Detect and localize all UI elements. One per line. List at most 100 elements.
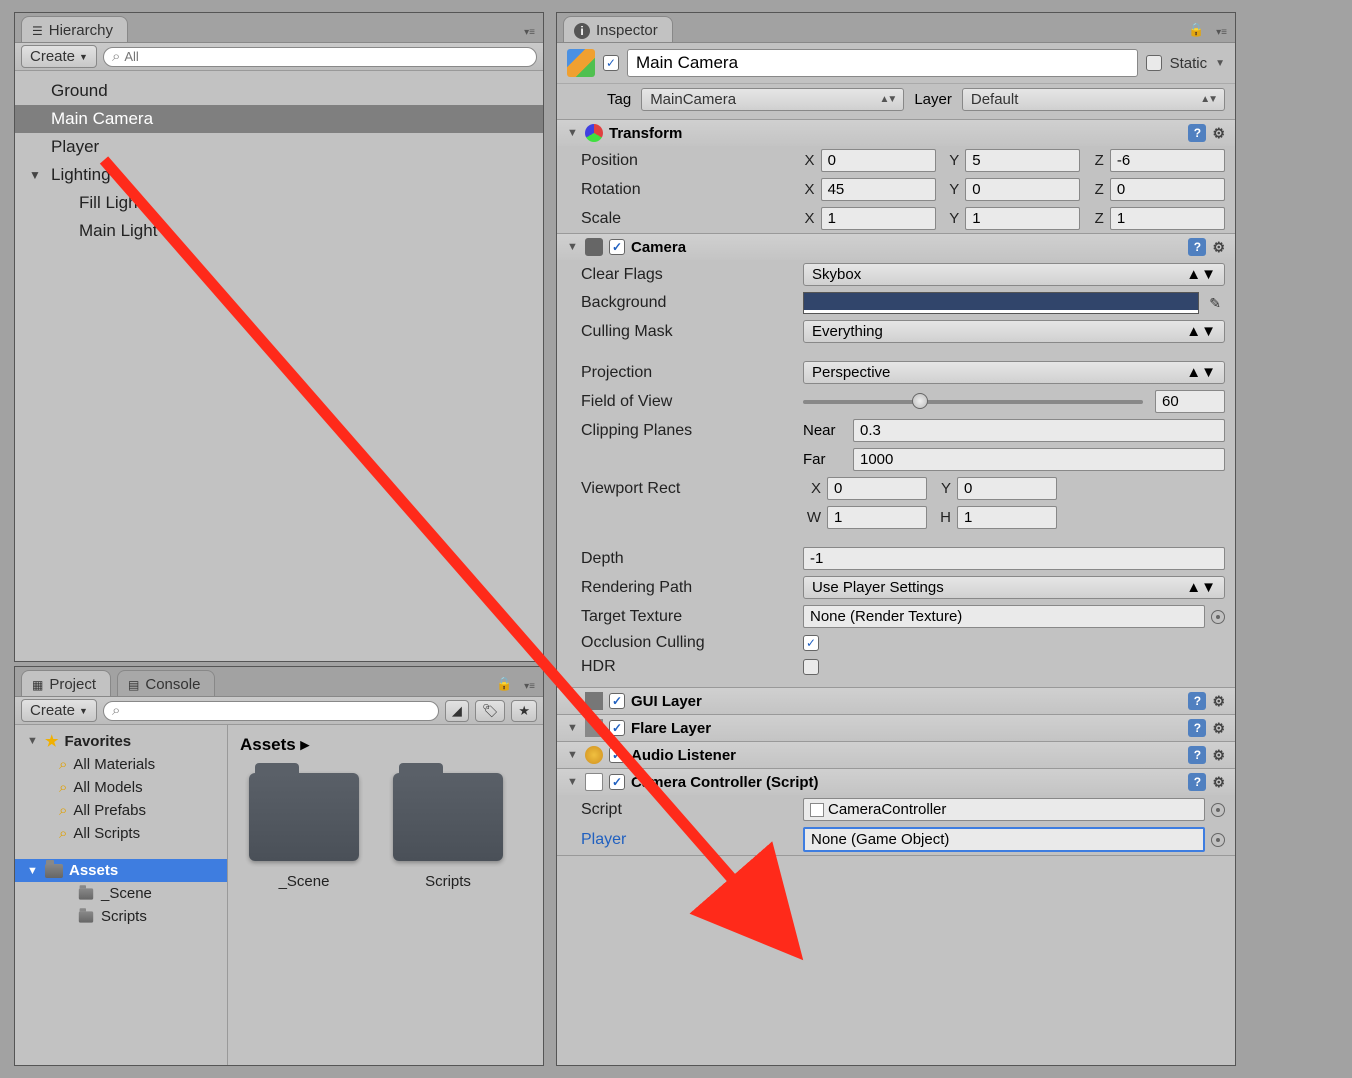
fov-input[interactable]: 60: [1155, 390, 1225, 413]
asset-scene[interactable]: _Scene: [244, 773, 364, 890]
rendering-path-dropdown[interactable]: Use Player Settings▲▼: [803, 576, 1225, 599]
camera-enable-checkbox[interactable]: ✓: [609, 239, 625, 255]
gear-icon[interactable]: ⚙: [1212, 747, 1225, 764]
name-field[interactable]: Main Camera: [627, 49, 1138, 77]
position-x-input[interactable]: 0: [821, 149, 936, 172]
breadcrumb[interactable]: Assets ▸: [234, 731, 537, 763]
projection-dropdown[interactable]: Perspective▲▼: [803, 361, 1225, 384]
flare-layer-checkbox[interactable]: ✓: [609, 720, 625, 736]
culling-mask-dropdown[interactable]: Everything▲▼: [803, 320, 1225, 343]
scale-x-input[interactable]: 1: [821, 207, 936, 230]
hierarchy-item-lighting[interactable]: Lighting: [15, 161, 543, 189]
help-icon[interactable]: ?: [1188, 124, 1206, 142]
static-checkbox[interactable]: [1146, 55, 1162, 71]
object-picker-icon[interactable]: [1211, 610, 1225, 624]
tag-dropdown[interactable]: MainCamera▲▼: [641, 88, 904, 111]
audio-listener-header[interactable]: ▼ ✓ Audio Listener ? ⚙: [557, 742, 1235, 768]
gui-layer-header[interactable]: ▼ ✓ GUI Layer ? ⚙: [557, 688, 1235, 714]
help-icon[interactable]: ?: [1188, 746, 1206, 764]
foldout-icon[interactable]: ▼: [567, 127, 579, 139]
script-field[interactable]: CameraController: [803, 798, 1205, 821]
clear-flags-dropdown[interactable]: Skybox▲▼: [803, 263, 1225, 286]
help-icon[interactable]: ?: [1188, 773, 1206, 791]
scale-y-input[interactable]: 1: [965, 207, 1080, 230]
asset-scene-folder[interactable]: _Scene: [15, 882, 227, 905]
hierarchy-item-fill-light[interactable]: Fill Light: [15, 189, 543, 217]
hierarchy-tab[interactable]: ☰ Hierarchy: [21, 16, 128, 42]
project-search[interactable]: ⌕: [103, 701, 439, 721]
camera-controller-header[interactable]: ▼ ✓ Camera Controller (Script) ? ⚙: [557, 769, 1235, 795]
create-button[interactable]: Create ▼: [21, 45, 97, 68]
project-search-input[interactable]: [124, 703, 429, 718]
rotation-y-input[interactable]: 0: [965, 178, 1080, 201]
gui-layer-checkbox[interactable]: ✓: [609, 693, 625, 709]
hierarchy-item-main-camera[interactable]: Main Camera: [15, 105, 543, 133]
fov-slider[interactable]: [803, 400, 1143, 404]
camera-header[interactable]: ▼ ✓ Camera ? ⚙: [557, 234, 1235, 260]
viewport-w-input[interactable]: 1: [827, 506, 927, 529]
hdr-checkbox[interactable]: [803, 659, 819, 675]
gameobject-icon[interactable]: [567, 49, 595, 77]
fav-all-prefabs[interactable]: ⌕All Prefabs: [15, 799, 227, 822]
near-input[interactable]: 0.3: [853, 419, 1225, 442]
filter-label-button[interactable]: 🏷: [475, 700, 506, 722]
depth-input[interactable]: -1: [803, 547, 1225, 570]
fav-all-materials[interactable]: ⌕All Materials: [15, 753, 227, 776]
foldout-icon[interactable]: ▼: [567, 695, 579, 707]
chevron-down-icon[interactable]: ▼: [1215, 58, 1225, 69]
help-icon[interactable]: ?: [1188, 719, 1206, 737]
slider-thumb[interactable]: [912, 393, 928, 409]
panel-menu-icon[interactable]: ▾≡: [516, 681, 543, 696]
gear-icon[interactable]: ⚙: [1212, 720, 1225, 737]
background-color-swatch[interactable]: [803, 292, 1199, 314]
gear-icon[interactable]: ⚙: [1212, 774, 1225, 791]
flare-layer-header[interactable]: ▼ ✓ Flare Layer ? ⚙: [557, 715, 1235, 741]
rotation-x-input[interactable]: 45: [821, 178, 936, 201]
occlusion-checkbox[interactable]: ✓: [803, 635, 819, 651]
gear-icon[interactable]: ⚙: [1212, 239, 1225, 256]
console-tab[interactable]: ▤ Console: [117, 670, 215, 696]
audio-listener-checkbox[interactable]: ✓: [609, 747, 625, 763]
rotation-z-input[interactable]: 0: [1110, 178, 1225, 201]
lock-icon[interactable]: 🔒: [492, 676, 516, 696]
foldout-icon[interactable]: ▼: [567, 776, 579, 788]
object-picker-icon[interactable]: [1211, 833, 1225, 847]
assets-folder[interactable]: ▼ Assets: [15, 859, 227, 882]
viewport-y-input[interactable]: 0: [957, 477, 1057, 500]
viewport-x-input[interactable]: 0: [827, 477, 927, 500]
hierarchy-item-main-light[interactable]: Main Light: [15, 217, 543, 245]
hierarchy-search[interactable]: ⌕: [103, 47, 537, 67]
scale-z-input[interactable]: 1: [1110, 207, 1225, 230]
transform-header[interactable]: ▼ Transform ? ⚙: [557, 120, 1235, 146]
active-checkbox[interactable]: ✓: [603, 55, 619, 71]
foldout-icon[interactable]: ▼: [567, 722, 579, 734]
filter-type-button[interactable]: ◢: [445, 700, 469, 722]
object-picker-icon[interactable]: [1211, 803, 1225, 817]
asset-scripts-folder[interactable]: Scripts: [15, 905, 227, 928]
player-field[interactable]: None (Game Object): [803, 827, 1205, 852]
panel-menu-icon[interactable]: ▾≡: [1208, 27, 1235, 42]
hierarchy-item-ground[interactable]: Ground: [15, 77, 543, 105]
gear-icon[interactable]: ⚙: [1212, 125, 1225, 142]
position-z-input[interactable]: -6: [1110, 149, 1225, 172]
fav-all-models[interactable]: ⌕All Models: [15, 776, 227, 799]
fav-all-scripts[interactable]: ⌕All Scripts: [15, 822, 227, 845]
panel-menu-icon[interactable]: ▾≡: [516, 27, 543, 42]
foldout-icon[interactable]: ▼: [567, 241, 579, 253]
lock-icon[interactable]: 🔒: [1184, 22, 1208, 42]
hierarchy-item-player[interactable]: Player: [15, 133, 543, 161]
project-tab[interactable]: ▦ Project: [21, 670, 111, 696]
target-texture-field[interactable]: None (Render Texture): [803, 605, 1205, 628]
camera-controller-checkbox[interactable]: ✓: [609, 774, 625, 790]
asset-scripts[interactable]: Scripts: [388, 773, 508, 890]
help-icon[interactable]: ?: [1188, 238, 1206, 256]
viewport-h-input[interactable]: 1: [957, 506, 1057, 529]
gear-icon[interactable]: ⚙: [1212, 693, 1225, 710]
far-input[interactable]: 1000: [853, 448, 1225, 471]
eyedropper-icon[interactable]: ✎: [1205, 295, 1225, 312]
hierarchy-search-input[interactable]: [124, 49, 528, 64]
favorites-folder[interactable]: ▼ ★ Favorites: [15, 729, 227, 753]
favorite-button[interactable]: ★: [511, 700, 537, 722]
help-icon[interactable]: ?: [1188, 692, 1206, 710]
layer-dropdown[interactable]: Default▲▼: [962, 88, 1225, 111]
